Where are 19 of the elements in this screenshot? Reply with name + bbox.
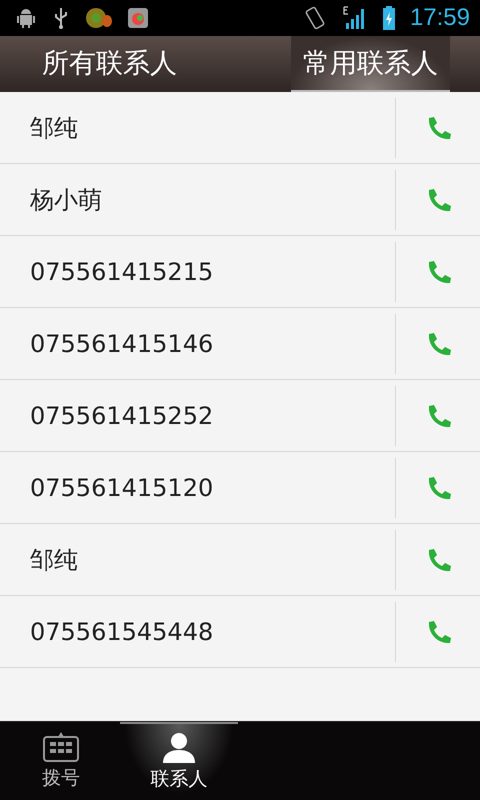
tab[interactable]: 所有联系人: [30, 36, 189, 92]
nav-tab[interactable]: 拨号: [2, 722, 120, 800]
person-icon: [161, 732, 197, 764]
usb-icon: [52, 6, 70, 30]
contact-name[interactable]: 杨小萌: [0, 184, 395, 216]
contact-name[interactable]: 075561415252: [0, 402, 395, 430]
status-time: 17:59: [410, 4, 470, 32]
contact-name[interactable]: 075561415146: [0, 330, 395, 358]
app-icon: [84, 6, 112, 30]
battery-icon: [382, 5, 396, 31]
contact-name[interactable]: 邹纯: [0, 544, 395, 576]
contact-name[interactable]: 075561415215: [0, 258, 395, 286]
contact-name[interactable]: 075561415120: [0, 474, 395, 502]
tab[interactable]: 常用联系人: [291, 36, 450, 92]
app-icon: [126, 6, 150, 30]
contact-name[interactable]: 邹纯: [0, 112, 395, 144]
android-icon: [14, 6, 38, 30]
dialpad-icon: [42, 731, 80, 763]
contact-name[interactable]: 075561545448: [0, 618, 395, 646]
